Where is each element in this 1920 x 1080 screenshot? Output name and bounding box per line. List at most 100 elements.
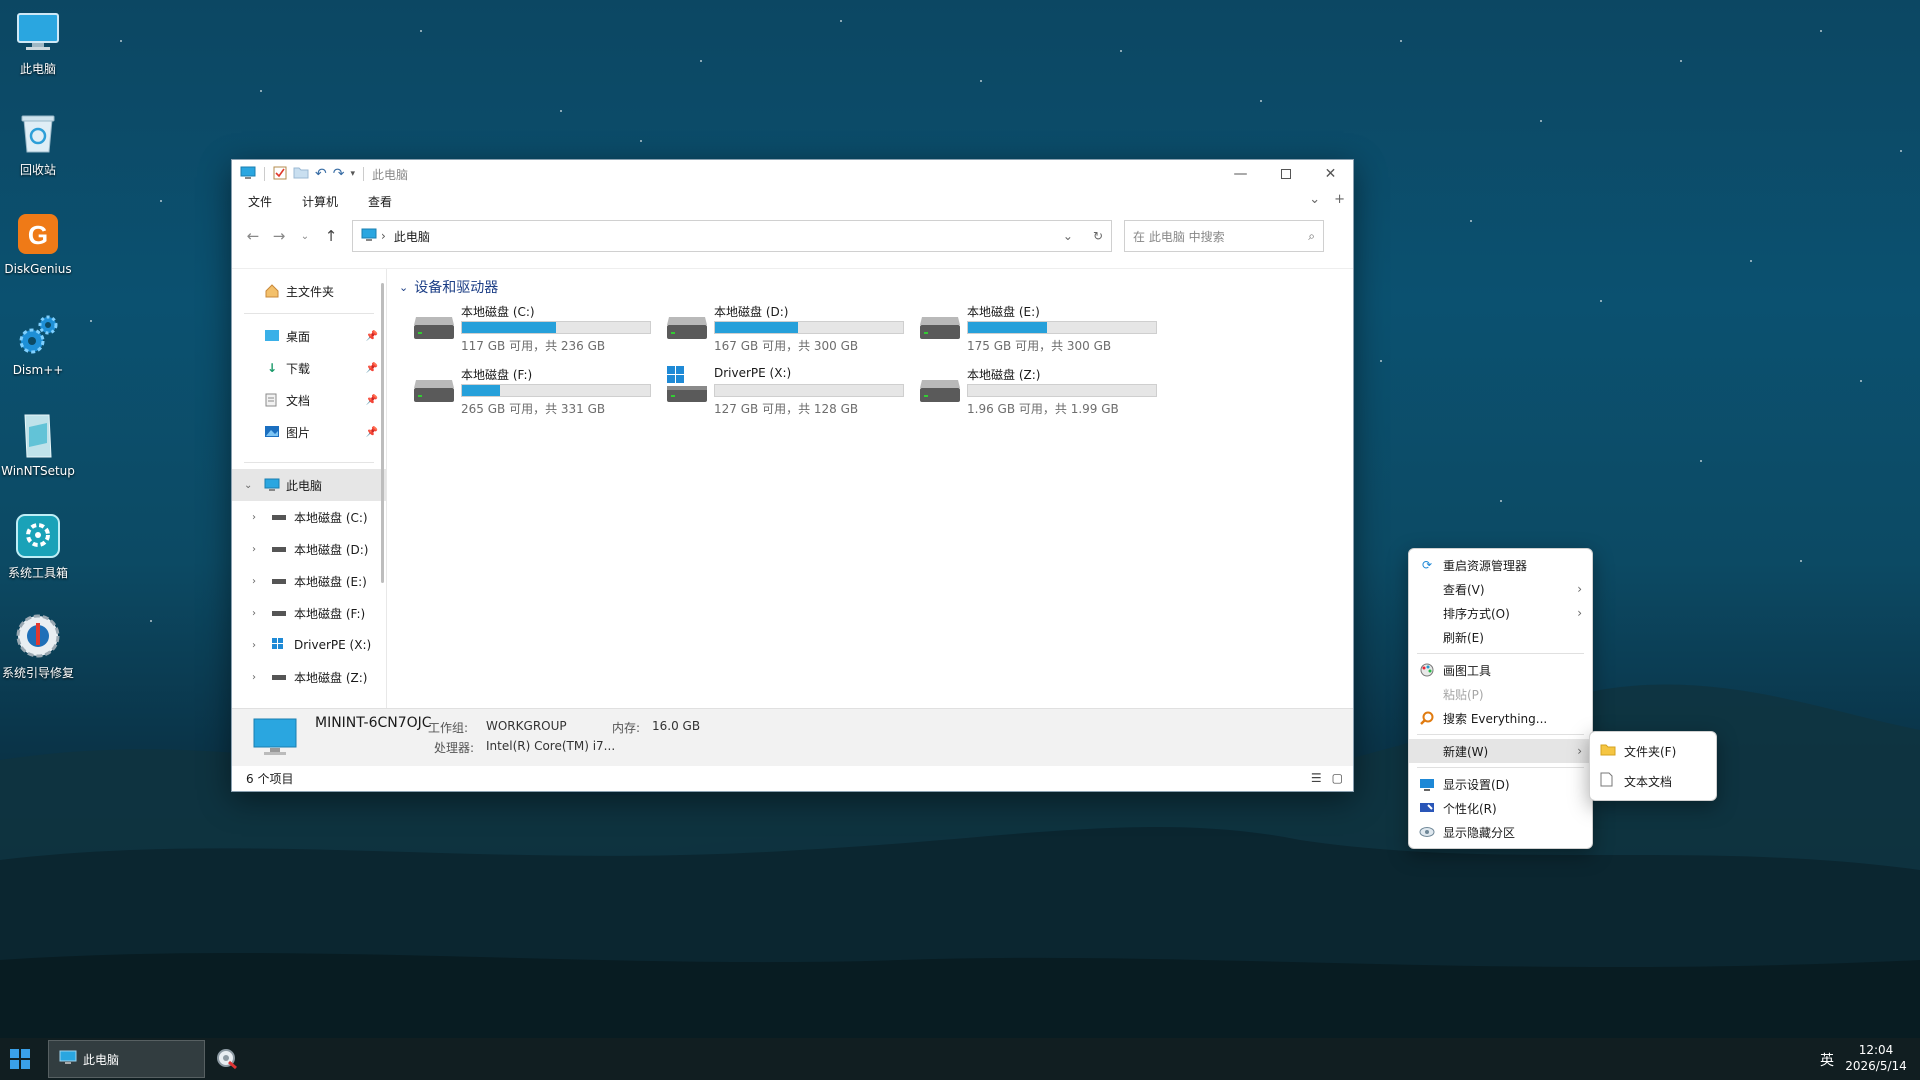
taskbar-button-this-pc[interactable]: 此电脑: [48, 1040, 205, 1078]
drive-tile[interactable]: DriverPE (X:) 127 GB 可用，共 128 GB: [664, 366, 917, 417]
desktop-icon-boot-repair[interactable]: 系统引导修复: [0, 612, 76, 681]
nav-item-drive-c[interactable]: › 本地磁盘 (C:): [232, 501, 386, 533]
search-input[interactable]: 在 此电脑 中搜索: [1133, 228, 1225, 245]
hard-drive-icon: [664, 303, 710, 343]
tab-file[interactable]: 文件: [248, 193, 272, 210]
tray-disk-tool-icon[interactable]: [216, 1048, 238, 1073]
address-bar[interactable]: › 此电脑 ⌄ ↻: [352, 220, 1112, 252]
drive-tile[interactable]: 本地磁盘 (D:) 167 GB 可用，共 300 GB: [664, 303, 917, 354]
start-button[interactable]: [10, 1049, 30, 1072]
group-header[interactable]: ⌄ 设备和驱动器: [399, 277, 1341, 297]
drive-icon: [272, 510, 288, 524]
title-bar[interactable]: ↶ ↷ ▾ 此电脑 — ✕: [232, 160, 1353, 188]
desktop-icon-dism[interactable]: Dism++: [0, 311, 76, 377]
ime-indicator[interactable]: 英: [1820, 1050, 1834, 1070]
pin-icon[interactable]: 📌: [366, 395, 378, 406]
nav-item-drive-f[interactable]: › 本地磁盘 (F:): [232, 597, 386, 629]
tab-computer[interactable]: 计算机: [302, 193, 338, 210]
desktop-icon-label: 此电脑: [19, 62, 56, 76]
cpu-value: Intel(R) Core(TM) i7...: [486, 739, 616, 753]
back-button[interactable]: ←: [240, 227, 266, 245]
maximize-icon: [1280, 169, 1291, 179]
menu-item-label: 粘贴(P): [1443, 687, 1484, 702]
recent-locations-button[interactable]: ⌄: [292, 231, 318, 242]
drive-tile[interactable]: 本地磁盘 (C:) 117 GB 可用，共 236 GB: [411, 303, 664, 354]
minimize-button[interactable]: —: [1218, 160, 1263, 188]
menu-item-new[interactable]: 新建(W) ›: [1409, 739, 1592, 763]
pin-icon[interactable]: 📌: [366, 427, 378, 438]
chevron-down-icon[interactable]: ⌄: [244, 480, 252, 491]
breadcrumb[interactable]: 此电脑: [394, 228, 430, 245]
tab-view[interactable]: 查看: [368, 193, 392, 210]
details-view-icon[interactable]: ☰: [1311, 771, 1322, 785]
chevron-right-icon[interactable]: ›: [252, 544, 256, 555]
desktop-icon-this-pc[interactable]: 此电脑: [0, 8, 76, 77]
menu-item-refresh[interactable]: 刷新(E): [1409, 625, 1592, 649]
large-icons-view-icon[interactable]: ▢: [1332, 771, 1343, 785]
chevron-right-icon[interactable]: ›: [252, 576, 256, 587]
drive-tile[interactable]: 本地磁盘 (Z:) 1.96 GB 可用，共 1.99 GB: [917, 366, 1170, 417]
nav-item-this-pc[interactable]: ⌄ 此电脑: [232, 469, 386, 501]
address-dropdown-icon[interactable]: ⌄: [1063, 229, 1073, 243]
hard-drive-icon: [411, 303, 457, 343]
close-button[interactable]: ✕: [1308, 160, 1353, 188]
menu-item-personalize[interactable]: 个性化(R): [1409, 796, 1592, 820]
menu-item-paint[interactable]: 画图工具: [1409, 658, 1592, 682]
nav-item-home[interactable]: 主文件夹: [232, 275, 386, 307]
menu-item-label: 搜索 Everything...: [1443, 711, 1548, 726]
refresh-icon[interactable]: ↻: [1093, 229, 1103, 243]
quick-access-dropdown-icon[interactable]: ▾: [350, 169, 355, 179]
chevron-right-icon[interactable]: ›: [252, 672, 256, 683]
hard-drive-icon: [917, 303, 963, 343]
menu-item-paste[interactable]: 粘贴(P): [1409, 682, 1592, 706]
drive-tile[interactable]: 本地磁盘 (F:) 265 GB 可用，共 331 GB: [411, 366, 664, 417]
undo-icon[interactable]: ↶: [315, 166, 327, 182]
nav-item-drive-z[interactable]: › 本地磁盘 (Z:): [232, 661, 386, 693]
properties-icon[interactable]: [273, 166, 287, 183]
nav-item-drive-e[interactable]: › 本地磁盘 (E:): [232, 565, 386, 597]
chevron-right-icon[interactable]: ›: [252, 512, 256, 523]
nav-item-drive-x[interactable]: › DriverPE (X:): [232, 629, 386, 661]
pin-icon[interactable]: 📌: [366, 331, 378, 342]
menu-item-sort[interactable]: 排序方式(O) ›: [1409, 601, 1592, 625]
drive-usage-bar: [461, 384, 651, 397]
nav-item-downloads[interactable]: ↓ 下载 📌: [232, 352, 386, 384]
desktop-icon-diskgenius[interactable]: G DiskGenius: [0, 210, 76, 276]
up-button[interactable]: ↑: [318, 227, 344, 245]
menu-item-restart-explorer[interactable]: ⟳ 重启资源管理器: [1409, 553, 1592, 577]
menu-item-search-everything[interactable]: 搜索 Everything...: [1409, 706, 1592, 730]
desktop-icon-label: 系统工具箱: [7, 566, 68, 580]
chevron-right-icon[interactable]: ›: [252, 640, 256, 651]
nav-item-pictures[interactable]: 图片 📌: [232, 416, 386, 448]
drive-usage-fill: [715, 322, 798, 333]
new-folder-icon[interactable]: [293, 166, 309, 182]
menu-item-display-settings[interactable]: 显示设置(D): [1409, 772, 1592, 796]
drive-tile[interactable]: 本地磁盘 (E:) 175 GB 可用，共 300 GB: [917, 303, 1170, 354]
breadcrumb-separator-icon: ›: [381, 229, 386, 243]
submenu-item-folder[interactable]: 文件夹(F): [1590, 736, 1716, 766]
ribbon-tabs: 文件 计算机 查看 ⌄ +: [232, 188, 1353, 214]
expand-ribbon-icon[interactable]: ⌄: [1309, 192, 1320, 207]
address-row: ← → ⌄ ↑ › 此电脑 ⌄ ↻ 在 此电脑 中搜索 ⌕: [232, 214, 1353, 258]
add-icon[interactable]: +: [1334, 192, 1345, 207]
desktop-icon-toolbox[interactable]: 系统工具箱: [0, 512, 76, 581]
submenu-item-text-document[interactable]: 文本文档: [1590, 766, 1716, 796]
menu-item-view[interactable]: 查看(V) ›: [1409, 577, 1592, 601]
drive-free-space: 1.96 GB 可用，共 1.99 GB: [967, 402, 1119, 416]
search-box[interactable]: 在 此电脑 中搜索 ⌕: [1124, 220, 1324, 252]
nav-item-desktop[interactable]: 桌面 📌: [232, 320, 386, 352]
pin-icon[interactable]: 📌: [366, 363, 378, 374]
redo-icon[interactable]: ↷: [333, 166, 345, 182]
menu-item-show-hidden-partition[interactable]: 显示隐藏分区: [1409, 820, 1592, 844]
menu-item-label: 文本文档: [1624, 774, 1673, 789]
desktop-icon-winntsetup[interactable]: WinNTSetup: [0, 412, 76, 478]
nav-item-documents[interactable]: 文档 📌: [232, 384, 386, 416]
clock[interactable]: 12:04 2026/5/14: [1840, 1042, 1912, 1074]
drive-icon: [272, 606, 288, 620]
nav-scrollbar[interactable]: [381, 283, 384, 583]
desktop-icon-recycle-bin[interactable]: 回收站: [0, 109, 76, 178]
maximize-button[interactable]: [1263, 160, 1308, 188]
nav-item-drive-d[interactable]: › 本地磁盘 (D:): [232, 533, 386, 565]
forward-button[interactable]: →: [266, 227, 292, 245]
chevron-right-icon[interactable]: ›: [252, 608, 256, 619]
